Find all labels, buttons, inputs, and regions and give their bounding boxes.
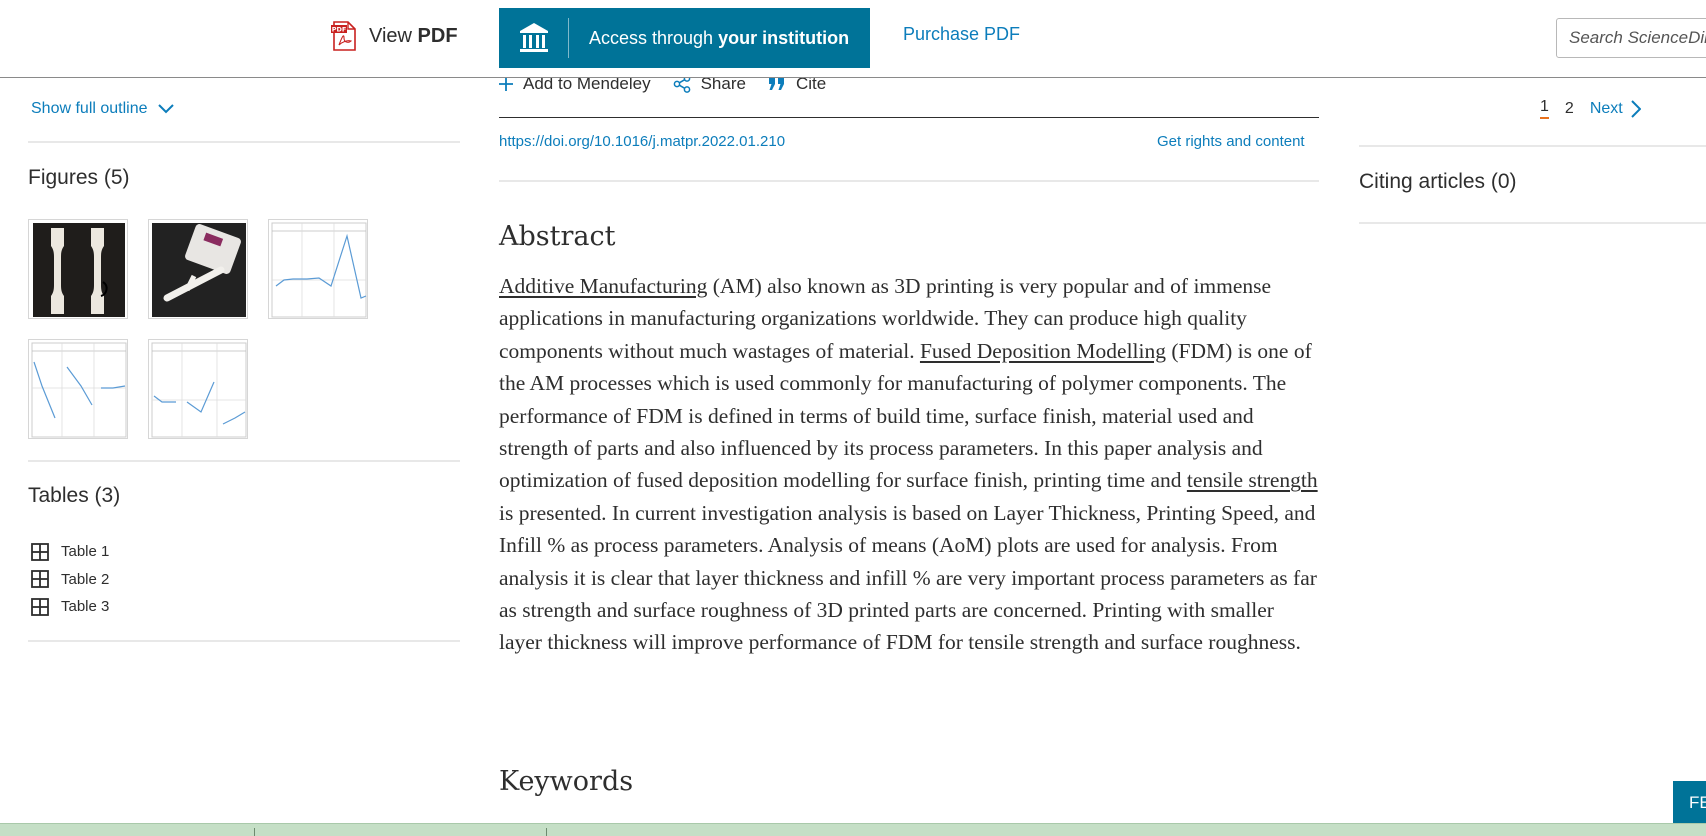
- view-pdf-button[interactable]: PDF View PDF: [331, 20, 458, 52]
- divider: [28, 460, 460, 462]
- divider: [28, 640, 460, 642]
- figure-thumbnail-4[interactable]: [28, 339, 128, 439]
- figure-1-image: [33, 223, 125, 317]
- table-link-label: Table 1: [61, 543, 110, 561]
- figure-4-image: [31, 342, 127, 438]
- figure-3-image: [271, 222, 367, 318]
- show-full-outline-link[interactable]: Show full outline: [31, 100, 174, 118]
- top-bar: PDF View PDF Access through your institu…: [0, 0, 1706, 78]
- figures-heading: Figures (5): [28, 166, 130, 189]
- svg-text:PDF: PDF: [332, 26, 347, 34]
- institution-icon: [520, 23, 548, 52]
- table-grid-icon: [31, 542, 49, 561]
- feedback-tab[interactable]: FE: [1673, 781, 1706, 823]
- tables-list: Table 1 Table 2 Table 3: [31, 538, 109, 621]
- status-bar-divider: [254, 828, 255, 836]
- quote-icon: [768, 78, 784, 90]
- page-2-link[interactable]: 2: [1565, 100, 1574, 118]
- figure-thumbnail-3[interactable]: [268, 219, 368, 319]
- access-institution-button[interactable]: Access through your institution: [499, 8, 870, 68]
- next-label: Next: [1589, 99, 1623, 117]
- page-1-link[interactable]: 1: [1540, 98, 1549, 119]
- figure-2-image: [152, 223, 246, 317]
- abstract-segment: is presented. In current investigation a…: [499, 500, 1317, 655]
- topic-link-fused-deposition-modelling[interactable]: Fused Deposition Modelling: [920, 339, 1166, 363]
- divider: [28, 141, 460, 143]
- next-page-link[interactable]: Next: [1590, 100, 1641, 118]
- table-grid-icon: [31, 570, 49, 589]
- table-link-3[interactable]: Table 3: [31, 593, 109, 621]
- access-divider: [568, 18, 569, 58]
- divider: [1359, 222, 1706, 224]
- topic-link-additive-manufacturing[interactable]: Additive Manufacturing: [499, 274, 707, 298]
- table-link-label: Table 3: [61, 598, 110, 616]
- figure-thumbnail-1[interactable]: [28, 219, 128, 319]
- divider: [499, 117, 1319, 118]
- keywords-heading: Keywords: [499, 766, 634, 797]
- figure-thumbnail-5[interactable]: [148, 339, 248, 439]
- pdf-file-icon: PDF: [331, 21, 356, 51]
- divider: [499, 180, 1319, 182]
- doi-link[interactable]: https://doi.org/10.1016/j.matpr.2022.01.…: [499, 133, 785, 150]
- chevron-right-icon: [1631, 99, 1641, 118]
- citing-articles-heading[interactable]: Citing articles (0): [1359, 170, 1517, 194]
- pagination: 1 2 Next: [1540, 98, 1641, 119]
- chevron-down-icon: [157, 104, 174, 114]
- status-bar-divider: [546, 828, 547, 836]
- table-grid-icon: [31, 597, 49, 616]
- topic-link-tensile-strength[interactable]: tensile strength: [1187, 468, 1318, 492]
- figure-thumbnail-2[interactable]: [148, 219, 248, 319]
- show-outline-label: Show full outline: [31, 100, 148, 117]
- purchase-pdf-link[interactable]: Purchase PDF: [903, 24, 1020, 45]
- tables-heading: Tables (3): [28, 484, 121, 507]
- left-sidebar: Show full outline Figures (5) Tables (3)…: [28, 78, 460, 678]
- table-link-label: Table 2: [61, 570, 110, 588]
- table-link-2[interactable]: Table 2: [31, 566, 109, 594]
- plus-icon: [499, 77, 513, 91]
- abstract-heading: Abstract: [499, 221, 616, 252]
- view-pdf-label: View PDF: [369, 24, 458, 47]
- figure-5-image: [151, 342, 247, 438]
- abstract-text: Additive Manufacturing (AM) also known a…: [499, 270, 1319, 659]
- divider: [1359, 145, 1706, 147]
- get-rights-link[interactable]: Get rights and content: [1157, 133, 1305, 150]
- status-bar: [0, 823, 1706, 836]
- search-input[interactable]: [1556, 18, 1706, 58]
- access-label: Access through your institution: [589, 27, 850, 48]
- table-link-1[interactable]: Table 1: [31, 538, 109, 566]
